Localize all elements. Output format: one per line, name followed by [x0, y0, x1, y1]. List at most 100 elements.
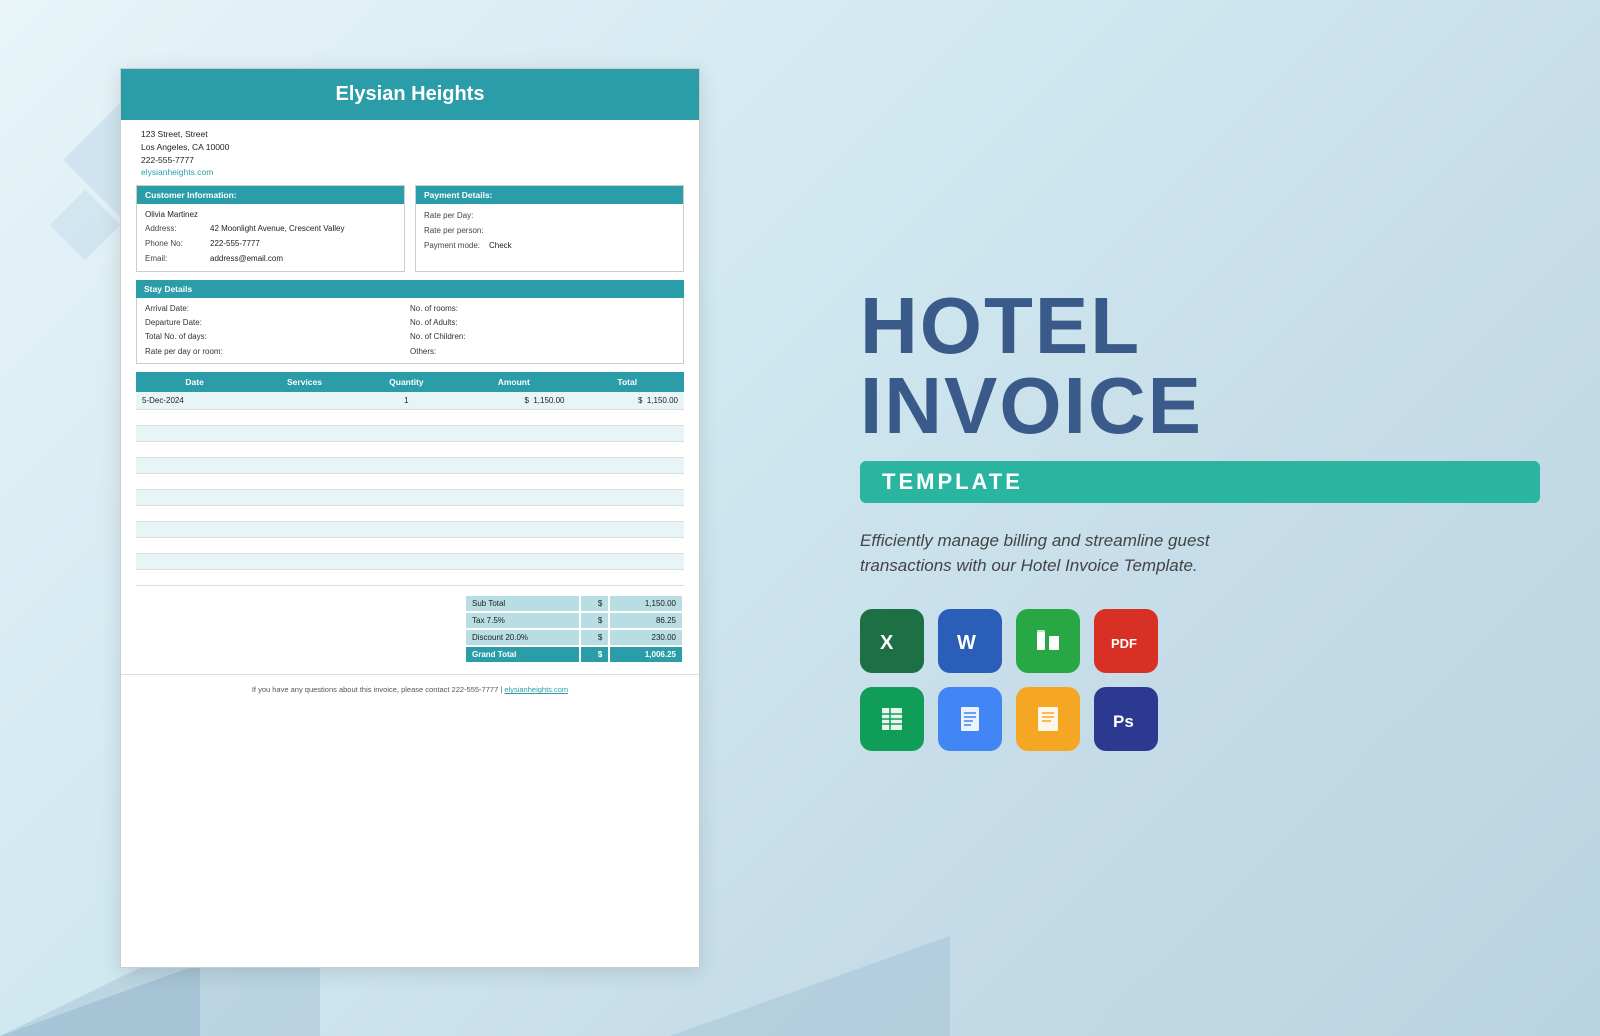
rooms-line: No. of rooms: — [410, 302, 675, 316]
subtotal-row: Sub Total $ 1,150.00 — [466, 596, 682, 611]
cell-services — [253, 490, 355, 506]
totals-table: Sub Total $ 1,150.00 Tax 7.5% $ 86.25 Di… — [464, 594, 684, 664]
phone-value: 222-555-7777 — [210, 238, 260, 249]
invoice-document: Elysian Heights 123 Street, Street Los A… — [120, 68, 700, 968]
payment-info-body: Rate per Day: Rate per person: Payment m… — [416, 204, 683, 258]
cell-total — [571, 538, 685, 554]
cell-total — [571, 570, 685, 586]
col-total: Total — [571, 372, 685, 392]
tax-row: Tax 7.5% $ 86.25 — [466, 613, 682, 628]
address-label: Address: — [145, 223, 210, 234]
cell-amount: $ 1,150.00 — [457, 392, 570, 410]
hotel-address: 123 Street, Street Los Angeles, CA 10000… — [121, 120, 699, 185]
stay-grid: Arrival Date: Departure Date: Total No. … — [137, 298, 683, 364]
cell-date — [136, 554, 253, 570]
cell-quantity — [356, 538, 457, 554]
table-row — [136, 474, 684, 490]
cell-amount — [457, 474, 570, 490]
cell-total — [571, 554, 685, 570]
address-line1: 123 Street, Street — [141, 128, 679, 141]
cell-date — [136, 474, 253, 490]
invoice-panel: Elysian Heights 123 Street, Street Los A… — [0, 0, 820, 1036]
cell-total — [571, 442, 685, 458]
cell-date — [136, 506, 253, 522]
customer-info-box: Customer Information: Olivia Martinez Ad… — [136, 185, 405, 272]
cell-date — [136, 410, 253, 426]
customer-info-body: Olivia Martinez Address: 42 Moonlight Av… — [137, 204, 404, 271]
cell-quantity — [356, 458, 457, 474]
cell-services — [253, 538, 355, 554]
cell-services — [253, 410, 355, 426]
svg-text:PDF: PDF — [1111, 636, 1137, 651]
rate-room-line: Rate per day or room: — [145, 345, 410, 359]
cell-date — [136, 426, 253, 442]
rate-per-day-line: Rate per Day: — [416, 208, 683, 223]
grand-total-value: 1,006.25 — [610, 647, 682, 662]
email-value: address@email.com — [210, 253, 283, 264]
table-row — [136, 522, 684, 538]
table-row — [136, 426, 684, 442]
excel-icon[interactable]: X — [860, 609, 924, 673]
numbers-icon[interactable] — [1016, 609, 1080, 673]
cell-quantity — [356, 426, 457, 442]
stay-col-left: Arrival Date: Departure Date: Total No. … — [145, 302, 410, 360]
payment-info-box: Payment Details: Rate per Day: Rate per … — [415, 185, 684, 272]
cell-services — [253, 426, 355, 442]
ps-icon[interactable]: Ps — [1094, 687, 1158, 751]
rate-per-person-line: Rate per person: — [416, 223, 683, 238]
svg-text:X: X — [880, 632, 894, 654]
customer-section-title: Customer Information: — [137, 186, 404, 204]
rate-per-day-label: Rate per Day: — [424, 210, 489, 221]
cell-quantity — [356, 570, 457, 586]
cell-amount — [457, 522, 570, 538]
cell-quantity — [356, 442, 457, 458]
grand-total-row: Grand Total $ 1,006.25 — [466, 647, 682, 662]
pdf-icon[interactable]: PDF — [1094, 609, 1158, 673]
cell-date — [136, 490, 253, 506]
info-row: Customer Information: Olivia Martinez Ad… — [121, 185, 699, 280]
discount-dollar: $ — [581, 630, 608, 645]
discount-value: 230.00 — [610, 630, 682, 645]
pages-icon[interactable] — [1016, 687, 1080, 751]
cell-services — [253, 392, 355, 410]
customer-address-line: Address: 42 Moonlight Avenue, Crescent V… — [137, 221, 404, 236]
subtotal-dollar: $ — [581, 596, 608, 611]
tax-value: 86.25 — [610, 613, 682, 628]
cell-services — [253, 570, 355, 586]
cell-total — [571, 474, 685, 490]
customer-phone-line: Phone No: 222-555-7777 — [137, 236, 404, 251]
col-quantity: Quantity — [356, 372, 457, 392]
discount-row: Discount 20.0% $ 230.00 — [466, 630, 682, 645]
footer-text: If you have any questions about this inv… — [252, 685, 505, 694]
departure-line: Departure Date: — [145, 316, 410, 330]
gsheets-icon[interactable] — [860, 687, 924, 751]
cell-total — [571, 522, 685, 538]
cell-amount — [457, 570, 570, 586]
word-icon[interactable]: W — [938, 609, 1002, 673]
col-date: Date — [136, 372, 253, 392]
cell-quantity: 1 — [356, 392, 457, 410]
cell-total — [571, 426, 685, 442]
cell-services — [253, 522, 355, 538]
app-icons-grid: X W PDF — [860, 609, 1540, 751]
cell-date: 5-Dec-2024 — [136, 392, 253, 410]
hotel-website[interactable]: elysianheights.com — [141, 167, 213, 177]
hotel-title: HOTEL — [860, 286, 1540, 366]
others-line: Others: — [410, 345, 675, 359]
grand-total-dollar: $ — [581, 647, 608, 662]
cell-date — [136, 570, 253, 586]
table-row — [136, 506, 684, 522]
total-days-line: Total No. of days: — [145, 330, 410, 344]
grand-total-label: Grand Total — [466, 647, 579, 662]
gdocs-icon[interactable] — [938, 687, 1002, 751]
cell-amount — [457, 554, 570, 570]
table-row — [136, 442, 684, 458]
table-row — [136, 538, 684, 554]
col-amount: Amount — [457, 372, 570, 392]
children-line: No. of Children: — [410, 330, 675, 344]
hotel-phone: 222-555-7777 — [141, 154, 679, 167]
address-line2: Los Angeles, CA 10000 — [141, 141, 679, 154]
cell-amount — [457, 426, 570, 442]
footer-link[interactable]: elysianheights.com — [504, 685, 568, 694]
template-badge: TEMPLATE — [860, 461, 1540, 503]
